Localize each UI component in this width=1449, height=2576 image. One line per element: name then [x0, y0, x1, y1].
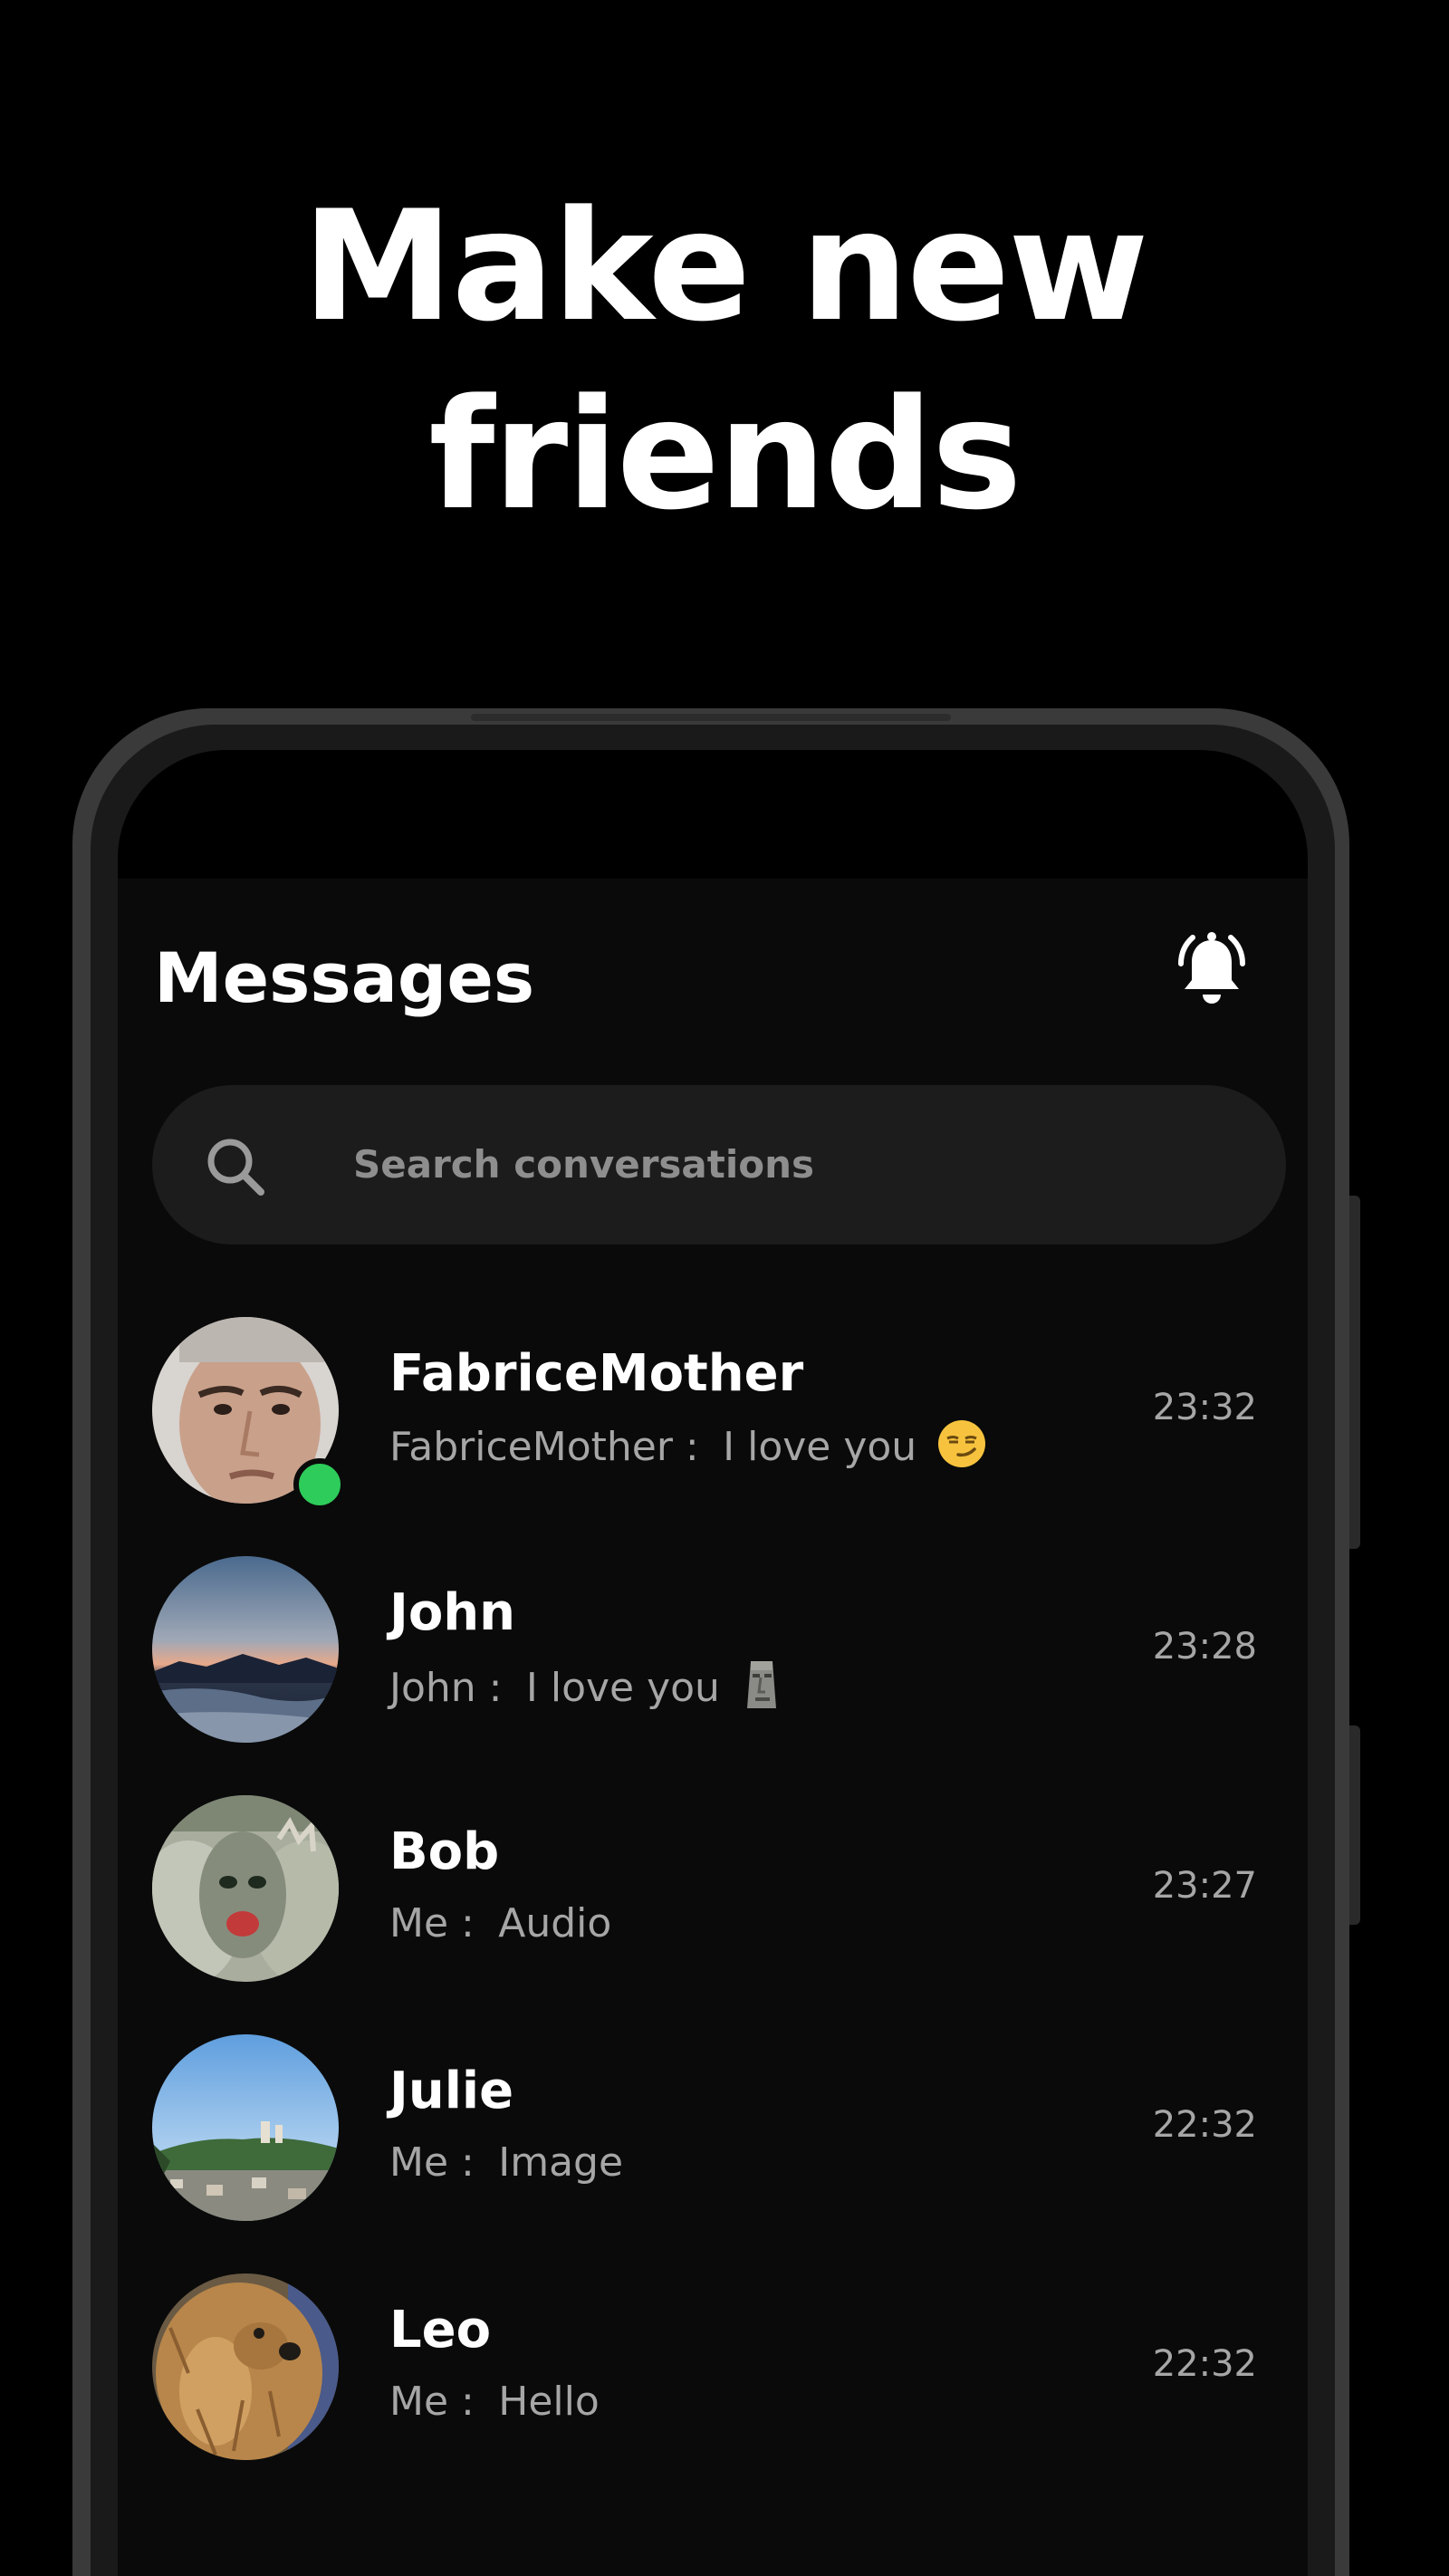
contact-name: Leo — [389, 2301, 492, 2360]
message-preview: Me : Image — [389, 2136, 623, 2190]
message-text: Image — [498, 2139, 624, 2186]
search-placeholder: Search conversations — [353, 1142, 815, 1187]
avatar — [152, 1795, 339, 1982]
conversation-item[interactable]: FabriceMother FabriceMother : I love you — [118, 1317, 1308, 1556]
message-sender: Me : — [389, 2379, 475, 2425]
headline-line-2: friends — [428, 366, 1022, 543]
conversation-item[interactable]: Bob Me : Audio 23:27 — [118, 1795, 1308, 2034]
search-icon — [207, 1139, 264, 1196]
notifications-button[interactable] — [1168, 928, 1255, 1014]
conversation-item[interactable]: Julie Me : Image 22:32 — [118, 2034, 1308, 2273]
bell-icon — [1178, 932, 1245, 1004]
message-preview: Me : Audio — [389, 1897, 611, 1951]
promo-headline: Make new friends — [0, 172, 1449, 549]
search-input[interactable]: Search conversations — [152, 1085, 1286, 1245]
message-text: I love you — [723, 1424, 917, 1470]
conversation-list: FabriceMother FabriceMother : I love you — [118, 1317, 1308, 2513]
avatar — [152, 2034, 339, 2221]
contact-name: John — [389, 1583, 516, 1642]
message-time: 23:27 — [1152, 1865, 1257, 1907]
message-text: Audio — [498, 1900, 612, 1946]
message-time: 22:32 — [1152, 2104, 1257, 2146]
phone-power-button — [1349, 1725, 1360, 1925]
message-time: 23:32 — [1152, 1387, 1257, 1428]
moai-emoji-icon — [746, 1661, 776, 1708]
message-time: 22:32 — [1152, 2343, 1257, 2385]
headline-line-1: Make new — [302, 178, 1149, 355]
avatar — [152, 2273, 339, 2460]
message-sender: Me : — [389, 2139, 475, 2186]
phone-volume-button — [1349, 1196, 1360, 1549]
smirking-face-emoji-icon — [938, 1420, 986, 1467]
message-preview: Me : Hello — [389, 2375, 600, 2429]
message-text: I love you — [525, 1665, 720, 1711]
message-sender: FabriceMother : — [389, 1424, 699, 1470]
contact-name: FabriceMother — [389, 1344, 804, 1403]
online-status-indicator — [293, 1458, 346, 1511]
phone-screen: Messages Search conversations FabriceMot… — [118, 750, 1308, 2576]
contact-name: Julie — [389, 2062, 514, 2120]
conversation-item[interactable]: John John : I love you 23:28 — [118, 1556, 1308, 1795]
page-title: Messages — [154, 937, 535, 1018]
message-preview: FabriceMother : I love you — [389, 1418, 987, 1475]
message-preview: John : I love you — [389, 1658, 783, 1716]
promo-screen: Make new friends Messages Search convers… — [0, 0, 1449, 2576]
conversation-item[interactable]: Leo Me : Hello 22:32 — [118, 2273, 1308, 2513]
avatar — [152, 1556, 339, 1743]
message-time: 23:28 — [1152, 1626, 1257, 1668]
message-sender: Me : — [389, 1900, 475, 1946]
contact-name: Bob — [389, 1822, 500, 1881]
phone-speaker-edge — [471, 714, 951, 721]
message-sender: John : — [389, 1665, 503, 1711]
messages-app: Messages Search conversations FabriceMot… — [118, 879, 1308, 2576]
message-text: Hello — [498, 2379, 600, 2425]
